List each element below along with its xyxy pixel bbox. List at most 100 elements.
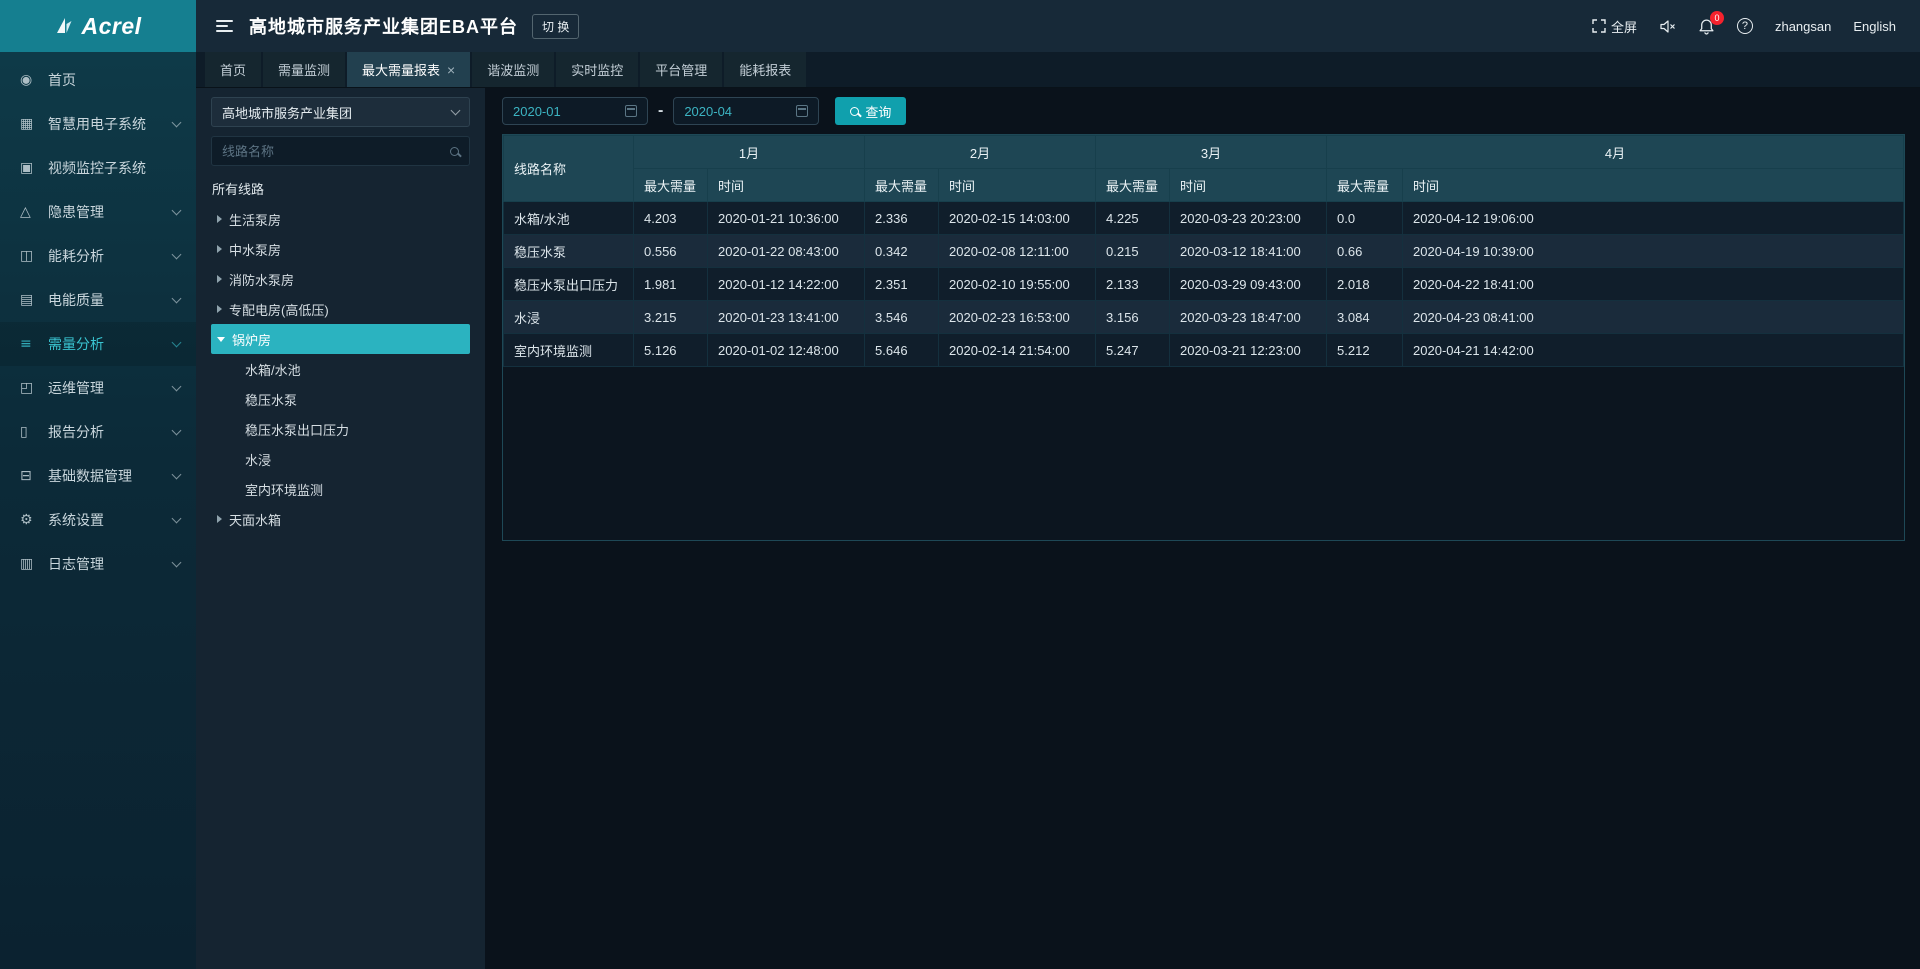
sidebar-item-home[interactable]: ◉首页	[0, 58, 196, 102]
cell-demand: 0.215	[1096, 235, 1170, 268]
caret-right-icon[interactable]	[217, 515, 222, 523]
cell-demand: 0.342	[865, 235, 939, 268]
sidebar-item-video-monitor-system[interactable]: ▣视频监控子系统	[0, 146, 196, 190]
company-select[interactable]: 高地城市服务产业集团	[211, 97, 470, 127]
tab-item[interactable]: 需量监测	[263, 52, 345, 87]
cell-demand: 2.351	[865, 268, 939, 301]
username[interactable]: zhangsan	[1775, 19, 1831, 34]
caret-right-icon[interactable]	[217, 275, 222, 283]
caret-right-icon[interactable]	[217, 305, 222, 313]
sidebar-item-label: 日志管理	[48, 554, 104, 574]
cell-demand: 3.546	[865, 301, 939, 334]
column-header-sub: 最大需量	[865, 169, 939, 202]
speaker-icon	[1659, 19, 1676, 34]
sidebar-item-power-quality[interactable]: ▤电能质量	[0, 278, 196, 322]
menu-collapse-icon[interactable]	[216, 20, 233, 32]
chevron-down-icon	[172, 249, 182, 259]
line-search	[211, 136, 470, 166]
brand-logo: Acrel	[0, 0, 196, 52]
end-date-input[interactable]: 2020-04	[673, 97, 819, 125]
chevron-down-icon	[172, 425, 182, 435]
cell-time: 2020-01-02 12:48:00	[708, 334, 865, 367]
tree-node[interactable]: 锅炉房	[211, 324, 470, 354]
tree-node[interactable]: 稳压水泵出口压力	[211, 414, 470, 444]
chevron-down-icon	[172, 469, 182, 479]
sidebar-item-demand-analysis[interactable]: ≡需量分析	[0, 322, 196, 366]
notifications-button[interactable]: 0	[1698, 18, 1715, 35]
sidebar-item-hazard-management[interactable]: △隐患管理	[0, 190, 196, 234]
caret-down-icon[interactable]	[217, 337, 225, 342]
sidebar-item-system-settings[interactable]: ⚙系统设置	[0, 498, 196, 542]
fullscreen-button[interactable]: 全屏	[1592, 17, 1637, 36]
tree-node[interactable]: 稳压水泵	[211, 384, 470, 414]
column-header-line-name: 线路名称	[504, 136, 634, 202]
tree-node-label: 天面水箱	[229, 510, 281, 529]
tree-node[interactable]: 专配电房(高低压)	[211, 294, 470, 324]
chevron-down-icon	[172, 513, 182, 523]
cell-time: 2020-02-10 19:55:00	[939, 268, 1096, 301]
line-search-input[interactable]	[222, 144, 450, 159]
cell-demand: 5.212	[1327, 334, 1403, 367]
speaker-button[interactable]	[1659, 19, 1676, 34]
chevron-down-icon	[172, 381, 182, 391]
close-icon[interactable]: ×	[447, 63, 455, 77]
search-icon[interactable]	[450, 147, 459, 156]
start-date-value: 2020-01	[513, 104, 561, 119]
cell-time: 2020-01-23 13:41:00	[708, 301, 865, 334]
brand-logo-text: Acrel	[81, 13, 141, 40]
box-icon: ◰	[20, 380, 38, 396]
help-button[interactable]: ?	[1737, 18, 1753, 34]
cell-demand: 4.203	[634, 202, 708, 235]
sidebar-item-label: 隐患管理	[48, 202, 104, 222]
switch-button[interactable]: 切 换	[532, 14, 579, 39]
end-date-value: 2020-04	[684, 104, 732, 119]
question-icon: ?	[1737, 18, 1753, 34]
tab-item[interactable]: 谐波监测	[472, 52, 554, 87]
sidebar-item-label: 运维管理	[48, 378, 104, 398]
start-date-input[interactable]: 2020-01	[502, 97, 648, 125]
cell-line-name: 室内环境监测	[504, 334, 634, 367]
cell-time: 2020-03-29 09:43:00	[1170, 268, 1327, 301]
column-header-sub: 最大需量	[1327, 169, 1403, 202]
sidebar-item-energy-analysis[interactable]: ◫能耗分析	[0, 234, 196, 278]
tree-node[interactable]: 水箱/水池	[211, 354, 470, 384]
sidebar-item-ops-management[interactable]: ◰ 运维管理	[0, 366, 196, 410]
fullscreen-icon	[1592, 19, 1606, 33]
tab-item[interactable]: 最大需量报表 ×	[347, 52, 470, 87]
sidebar-item-smart-power-system[interactable]: ▦智慧用电子系统	[0, 102, 196, 146]
sidebar-item-log-management[interactable]: ▥日志管理	[0, 542, 196, 586]
tree-node[interactable]: 生活泵房	[211, 204, 470, 234]
cell-time: 2020-02-23 16:53:00	[939, 301, 1096, 334]
tree-node[interactable]: 中水泵房	[211, 234, 470, 264]
column-header-sub: 最大需量	[1096, 169, 1170, 202]
tab-item[interactable]: 平台管理	[640, 52, 722, 87]
caret-right-icon[interactable]	[217, 215, 222, 223]
meter-icon: ◫	[20, 248, 38, 264]
sidebar-item-label: 视频监控子系统	[48, 158, 146, 178]
tree-node-label: 稳压水泵	[245, 390, 297, 409]
tree-node[interactable]: 天面水箱	[211, 504, 470, 534]
caret-right-icon[interactable]	[217, 245, 222, 253]
tree-node[interactable]: 消防水泵房	[211, 264, 470, 294]
sidebar-item-report-analysis[interactable]: ▯报告分析	[0, 410, 196, 454]
language-switch[interactable]: English	[1853, 19, 1896, 34]
tree-root-label[interactable]: 所有线路	[211, 172, 470, 204]
cell-demand: 1.981	[634, 268, 708, 301]
tab-item[interactable]: 实时监控	[556, 52, 638, 87]
cell-time: 2020-04-19 10:39:00	[1403, 235, 1904, 268]
sidebar-item-base-data-management[interactable]: ⊟基础数据管理	[0, 454, 196, 498]
tab-item[interactable]: 首页	[205, 52, 261, 87]
calendar-icon: ▤	[20, 292, 38, 308]
column-header-sub: 时间	[1403, 169, 1904, 202]
tab-label: 最大需量报表	[362, 60, 440, 79]
content-column: 首页需量监测最大需量报表 × 谐波监测实时监控平台管理能耗报表 高地城市服务产业集团…	[196, 52, 1920, 969]
cell-demand: 0.66	[1327, 235, 1403, 268]
acrel-logo-icon	[54, 16, 74, 36]
query-button[interactable]: 查询	[835, 97, 906, 125]
tree-node-label: 稳压水泵出口压力	[245, 420, 349, 439]
tab-item[interactable]: 能耗报表	[724, 52, 806, 87]
fullscreen-label: 全屏	[1611, 17, 1637, 36]
tree-node[interactable]: 水浸	[211, 444, 470, 474]
tab-bar: 首页需量监测最大需量报表 × 谐波监测实时监控平台管理能耗报表	[196, 52, 1920, 88]
tree-node[interactable]: 室内环境监测	[211, 474, 470, 504]
